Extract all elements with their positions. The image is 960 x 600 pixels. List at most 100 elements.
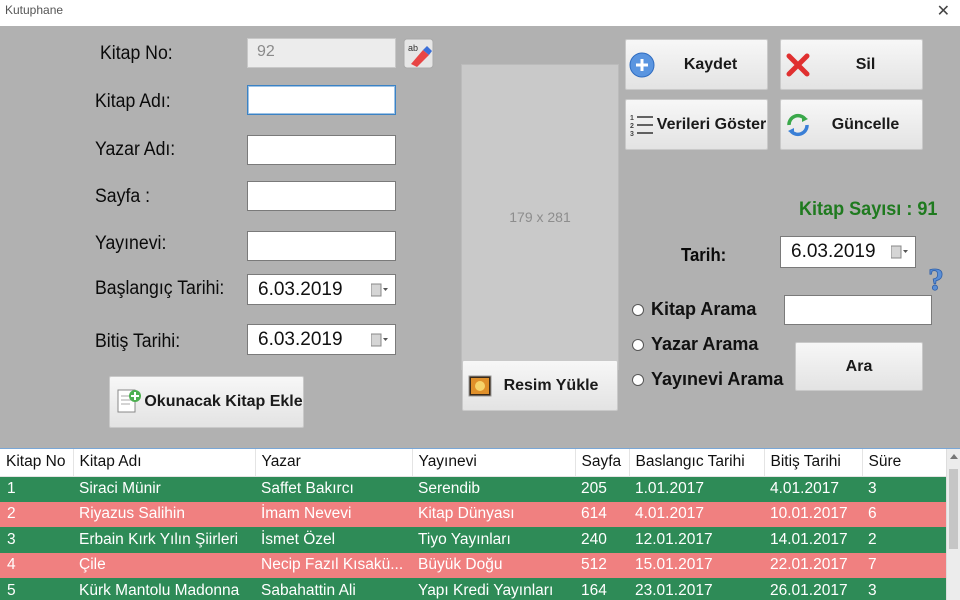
cell[interactable]: 12.01.2017 xyxy=(629,527,764,553)
cell[interactable]: Erbain Kırk Yılın Şiirleri xyxy=(73,527,255,553)
guncelle-label: Güncelle xyxy=(831,115,900,133)
cell[interactable]: Çile xyxy=(73,552,255,578)
kitap-arama-radio[interactable]: Kitap Arama xyxy=(632,299,756,320)
baslangic-tarihi-picker[interactable]: 6.03.2019 xyxy=(247,274,396,305)
cell[interactable]: 2 xyxy=(0,501,73,527)
cell[interactable]: Sabahattin Ali xyxy=(255,578,412,600)
cell[interactable]: 23.01.2017 xyxy=(629,578,764,600)
okunacak-kitap-ekle-button[interactable]: Okunacak Kitap Ekle xyxy=(109,376,304,428)
close-icon[interactable]: ✕ xyxy=(937,1,950,21)
baslangic-tarihi-value: 6.03.2019 xyxy=(258,279,343,300)
radio-circle[interactable] xyxy=(632,303,644,316)
cell[interactable]: 3 xyxy=(862,476,946,502)
cell[interactable]: 512 xyxy=(575,552,629,578)
calendar-dropdown-icon[interactable] xyxy=(891,245,909,259)
cell[interactable]: İsmet Özel xyxy=(255,527,412,553)
svg-text:2: 2 xyxy=(630,123,634,130)
cell[interactable]: Riyazus Salihin xyxy=(73,501,255,527)
column-header-yayinevi[interactable]: Yayınevi xyxy=(412,449,576,477)
search-input[interactable] xyxy=(784,295,932,325)
column-header-sure[interactable]: Süre xyxy=(862,449,947,477)
vertical-scrollbar[interactable] xyxy=(946,449,960,600)
cell[interactable]: 26.01.2017 xyxy=(764,578,862,600)
cell[interactable]: 10.01.2017 xyxy=(764,501,862,527)
sil-button[interactable]: Sil xyxy=(780,39,923,90)
scroll-up-icon[interactable] xyxy=(950,454,958,459)
kaydet-button[interactable]: Kaydet xyxy=(625,39,768,90)
bitis-tarihi-label: Bitiş Tarihi: xyxy=(95,331,181,352)
svg-text:3: 3 xyxy=(630,131,634,138)
resim-yukle-label: Resim Yükle xyxy=(503,376,599,394)
cell[interactable]: 614 xyxy=(575,501,629,527)
cell[interactable]: 7 xyxy=(862,552,946,578)
cell[interactable]: Tiyo Yayınları xyxy=(412,527,575,553)
kitap-no-field[interactable]: 92 xyxy=(247,38,396,68)
column-header-baslangic-tarihi[interactable]: Baslangıc Tarihi xyxy=(629,449,765,477)
cell[interactable]: Yapı Kredi Yayınları xyxy=(412,578,575,600)
cell[interactable]: 14.01.2017 xyxy=(764,527,862,553)
kitap-adi-input[interactable] xyxy=(247,85,396,115)
column-header-yazar[interactable]: Yazar xyxy=(255,449,413,477)
cell[interactable]: 1 xyxy=(0,476,73,502)
ara-button[interactable]: Ara xyxy=(795,342,923,391)
ara-label: Ara xyxy=(845,357,873,375)
column-header-kitap-adi[interactable]: Kitap Adı xyxy=(73,449,256,477)
table-row[interactable]: 5 Kürk Mantolu Madonna Sabahattin Ali Ya… xyxy=(0,578,946,600)
tarih-value: 6.03.2019 xyxy=(791,241,876,262)
cell[interactable]: 15.01.2017 xyxy=(629,552,764,578)
calendar-dropdown-icon[interactable] xyxy=(371,333,389,347)
cell[interactable]: Serendib xyxy=(412,476,575,502)
yayinevi-arama-radio[interactable]: Yayınevi Arama xyxy=(632,369,783,390)
yazar-adi-input[interactable] xyxy=(247,135,396,165)
resim-yukle-button[interactable]: Resim Yükle xyxy=(462,360,618,411)
svg-text:?: ? xyxy=(928,262,944,296)
cell[interactable]: Kitap Dünyası xyxy=(412,501,575,527)
column-header-sayfa[interactable]: Sayfa xyxy=(575,449,630,477)
kitap-adi-label: Kitap Adı: xyxy=(95,91,171,112)
verileri-goster-button[interactable]: 1 2 3 Verileri Göster xyxy=(625,99,768,150)
kaydet-label: Kaydet xyxy=(683,55,738,73)
table-row[interactable]: 3 Erbain Kırk Yılın Şiirleri İsmet Özel … xyxy=(0,527,946,553)
radio-circle[interactable] xyxy=(632,373,644,386)
scroll-thumb[interactable] xyxy=(949,469,958,549)
cell[interactable]: Saffet Bakırcı xyxy=(255,476,412,502)
cell[interactable]: 3 xyxy=(862,578,946,600)
cell[interactable]: Kürk Mantolu Madonna xyxy=(73,578,255,600)
kitap-no-label: Kitap No: xyxy=(100,43,173,64)
cell[interactable]: 164 xyxy=(575,578,629,600)
yayinevi-input[interactable] xyxy=(247,231,396,261)
cell[interactable]: 4 xyxy=(0,552,73,578)
refresh-icon xyxy=(787,113,809,136)
radio-circle[interactable] xyxy=(632,338,644,351)
tarih-picker[interactable]: 6.03.2019 xyxy=(780,236,916,268)
spell-check-icon[interactable]: ab xyxy=(403,38,434,69)
cell[interactable]: Büyük Doğu xyxy=(412,552,575,578)
bitis-tarihi-picker[interactable]: 6.03.2019 xyxy=(247,324,396,355)
svg-text:ab: ab xyxy=(408,43,418,53)
table-row[interactable]: 4 Çile Necip Fazıl Kısakü... Büyük Doğu … xyxy=(0,552,946,578)
column-header-bitis-tarihi[interactable]: Bitiş Tarihi xyxy=(764,449,863,477)
guncelle-button[interactable]: Güncelle xyxy=(780,99,923,150)
baslangic-tarihi-label: Başlangıç Tarihi: xyxy=(95,278,225,299)
cell[interactable]: 4.01.2017 xyxy=(764,476,862,502)
cell[interactable]: 2 xyxy=(862,527,946,553)
cell[interactable]: 205 xyxy=(575,476,629,502)
cell[interactable]: 240 xyxy=(575,527,629,553)
sayfa-input[interactable] xyxy=(247,181,396,211)
cell[interactable]: 6 xyxy=(862,501,946,527)
column-header-kitap-no[interactable]: Kitap No xyxy=(0,449,74,477)
cell[interactable]: Siraci Münir xyxy=(73,476,255,502)
calendar-dropdown-icon[interactable] xyxy=(371,283,389,297)
help-icon[interactable]: ? xyxy=(923,262,949,296)
cell[interactable]: 5 xyxy=(0,578,73,600)
cell[interactable]: 4.01.2017 xyxy=(629,501,764,527)
cell[interactable]: 1.01.2017 xyxy=(629,476,764,502)
books-data-grid[interactable]: Kitap No Kitap Adı Yazar Yayınevi Sayfa … xyxy=(0,448,960,600)
cell[interactable]: 3 xyxy=(0,527,73,553)
table-row[interactable]: 1 Siraci Münir Saffet Bakırcı Serendib 2… xyxy=(0,476,946,502)
cell[interactable]: 22.01.2017 xyxy=(764,552,862,578)
table-row[interactable]: 2 Riyazus Salihin İmam Nevevi Kitap Düny… xyxy=(0,501,946,527)
yazar-arama-radio[interactable]: Yazar Arama xyxy=(632,334,758,355)
cell[interactable]: İmam Nevevi xyxy=(255,501,412,527)
cell[interactable]: Necip Fazıl Kısakü... xyxy=(255,552,412,578)
